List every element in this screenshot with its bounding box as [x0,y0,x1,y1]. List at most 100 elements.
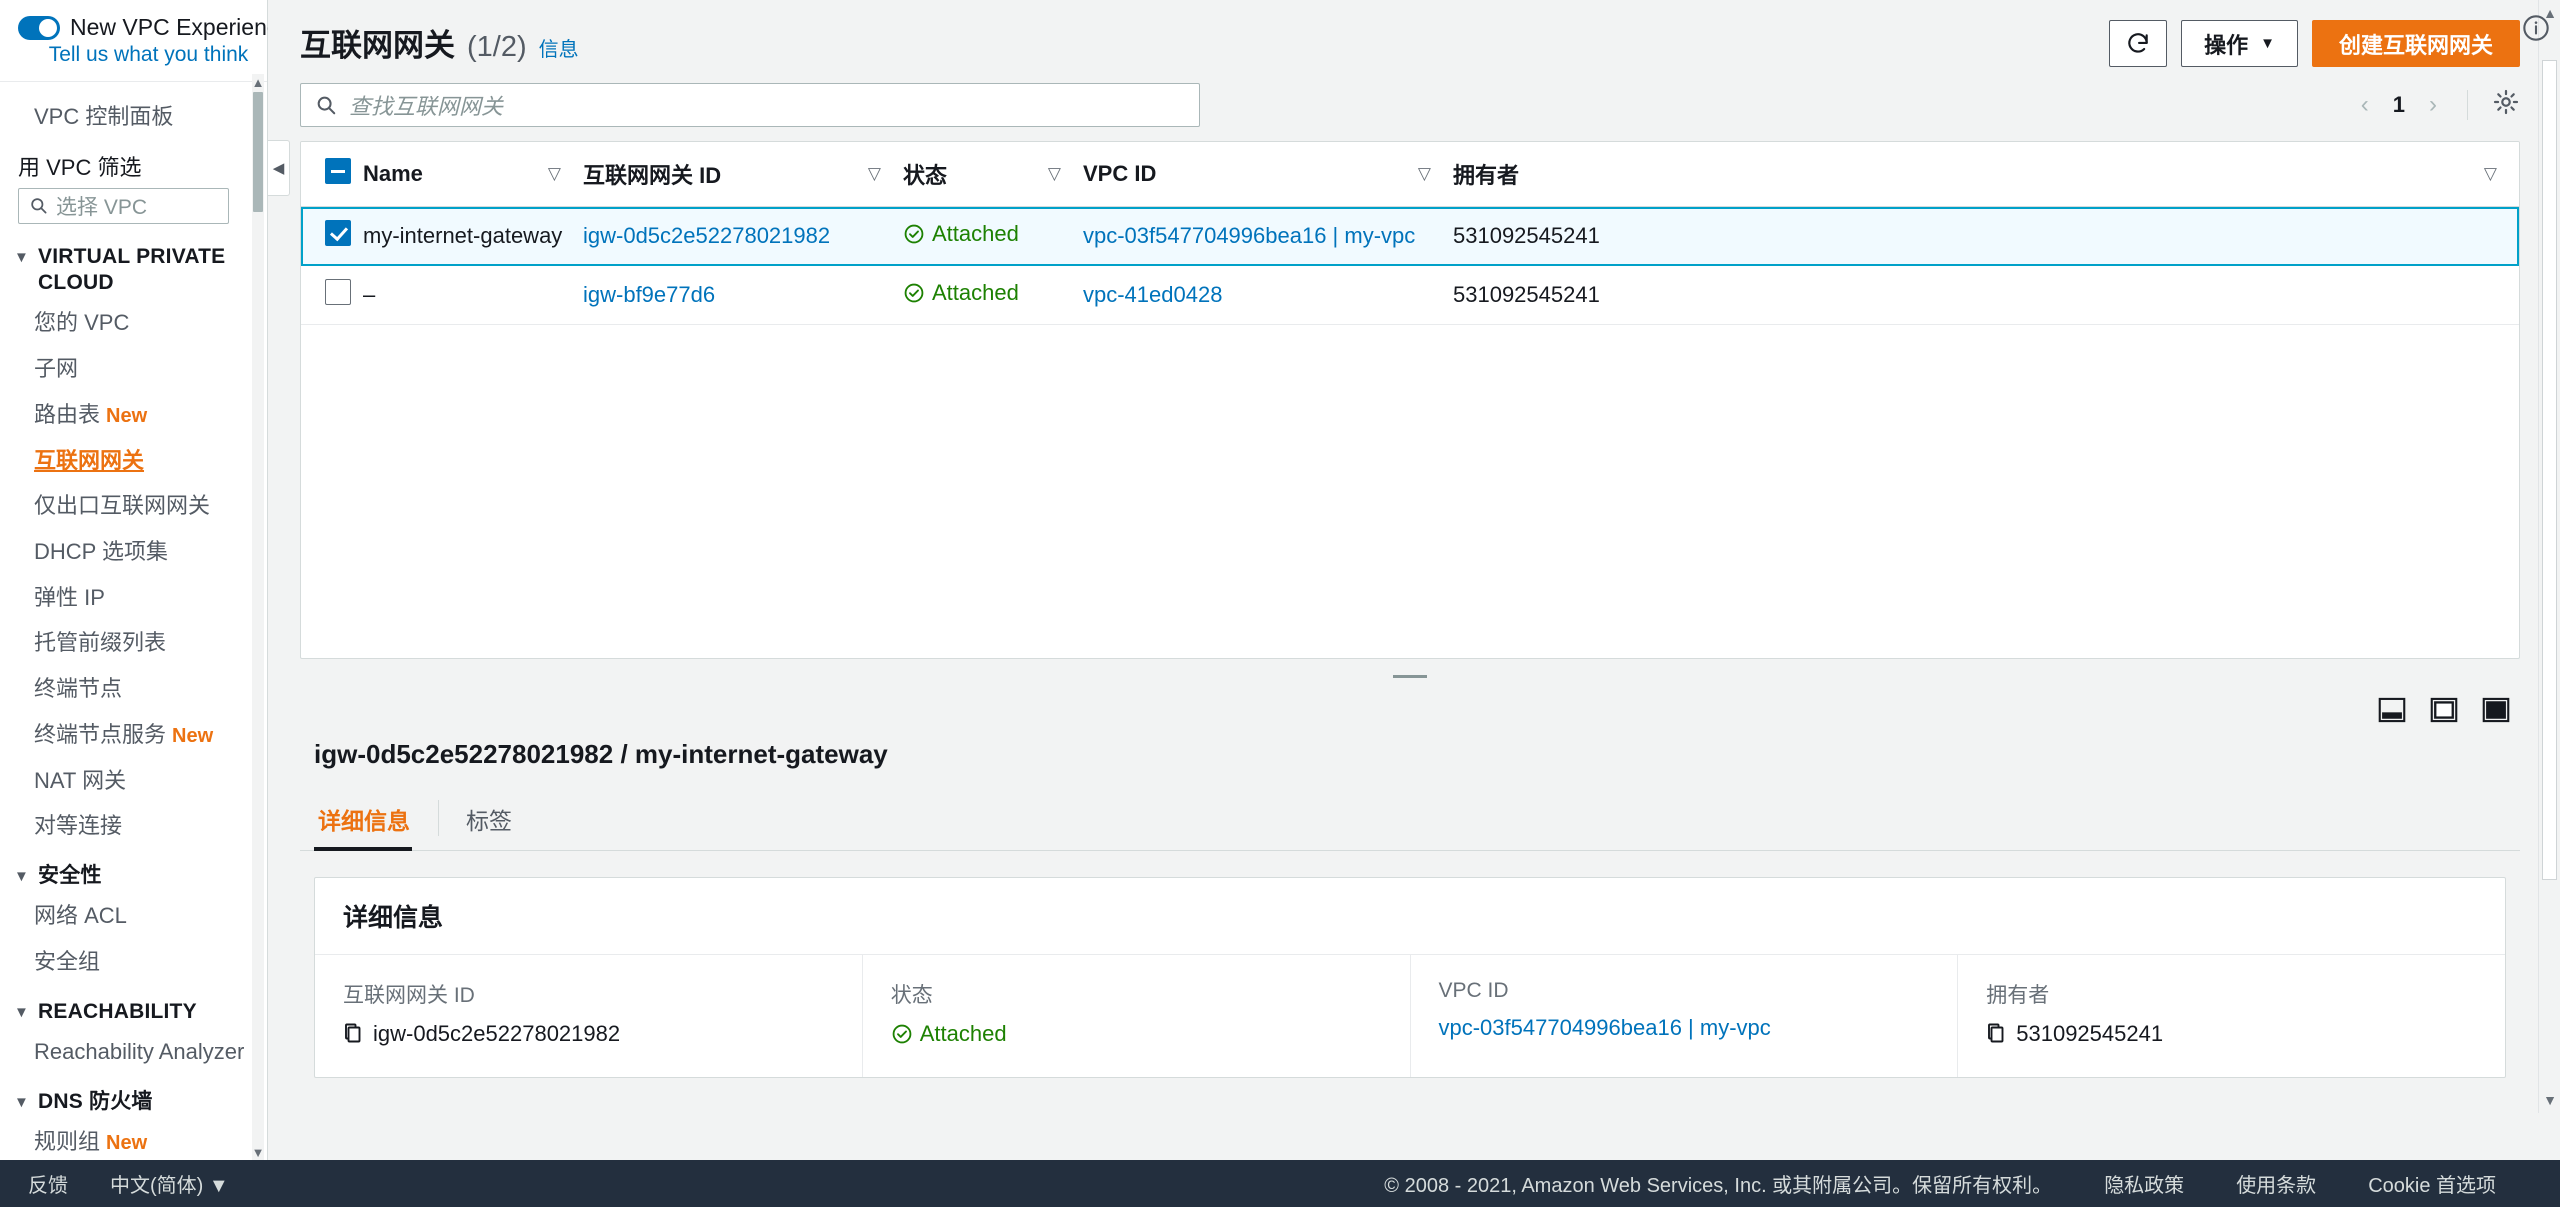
row-checkbox[interactable] [325,220,351,246]
table-row[interactable]: – igw-bf9e77d6 Attached vpc-41ed0428 5310925… [301,265,2519,325]
status-label: Attached [932,280,1019,305]
chevron-down-icon: ▼ [208,1175,229,1197]
sidebar-collapse-handle[interactable]: ◀ [268,140,290,196]
sidebar-item-终端节点服务[interactable]: 终端节点服务 New [0,712,247,758]
page-header: 互联网网关 (1/2) 信息 操作 ▼ 创建互联网网关 [286,0,2520,67]
terms-of-use-link[interactable]: 使用条款 [2236,1169,2316,1198]
sidebar-item-vpc-dashboard[interactable]: VPC 控制面板 [0,94,247,140]
sidebar-item-您的-vpc[interactable]: 您的 VPC [0,300,247,346]
sidebar-group-2[interactable]: ▼ 安全性 [0,849,247,893]
detail-field-value: igw-0d5c2e52278021982 [343,1021,834,1047]
sidebar-item-网络-acl[interactable]: 网络 ACL [0,893,247,939]
sidebar-group-1[interactable]: ▼ VIRTUAL PRIVATE CLOUD [0,230,247,301]
sidebar-item-仅出口互联网网关[interactable]: 仅出口互联网网关 [0,483,247,529]
column-header-vpc-id[interactable]: VPC ID ▽ [1083,142,1453,207]
detail-field: 拥有者 531092545241 [1958,955,2505,1077]
column-header-owner[interactable]: 拥有者 ▽ [1453,142,2519,207]
new-experience-toggle[interactable] [18,15,60,40]
cell-vpc-id: vpc-41ed0428 [1083,265,1453,325]
tell-us-what-you-think-link[interactable]: Tell us what you think [18,43,249,67]
sidebar-item-label: 互联网网关 [34,447,145,473]
sidebar-item-对等连接[interactable]: 对等连接 [0,803,247,849]
new-badge: New [172,724,214,747]
sidebar-scrollbar-thumb[interactable] [253,92,263,212]
sidebar-group-3[interactable]: ▼ REACHABILITY [0,985,247,1029]
create-label: 创建互联网网关 [2338,32,2493,58]
sort-icon[interactable]: ▽ [1418,164,1431,184]
detail-tabs: 详细信息 标签 [300,790,2520,851]
detail-field: 状态 Attached [863,955,1411,1077]
sidebar-item-弹性-ip[interactable]: 弹性 IP [0,575,247,621]
column-header-igw-id[interactable]: 互联网网关 ID ▽ [583,142,903,207]
info-panel-button[interactable] [2522,14,2550,42]
sort-icon[interactable]: ▽ [1048,164,1061,184]
sidebar-item-终端节点[interactable]: 终端节点 [0,666,247,712]
search-input[interactable]: 查找互联网网关 [300,83,1200,127]
cookie-preferences-link[interactable]: Cookie 首选项 [2368,1169,2496,1198]
table-row[interactable]: my-internet-gateway igw-0d5c2e52278021982… [301,206,2519,266]
detail-field-value: vpc-03f547704996bea16 | my-vpc [1439,1015,1930,1041]
tab-divider [438,800,439,836]
pagination-next-icon[interactable]: › [2423,91,2443,119]
pagination: ‹ 1 › [2355,88,2520,122]
check-circle-icon [892,1024,912,1044]
sidebar-scrollbar[interactable]: ▲ ▼ [252,74,264,1160]
panel-splitter[interactable] [300,659,2520,693]
select-all-checkbox[interactable] [325,158,351,184]
table-head: Name ▽ 互联网网关 ID ▽ 状态 ▽ VPC ID ▽ 拥有者 ▽ [301,142,2519,207]
sort-icon[interactable]: ▽ [548,164,561,184]
sidebar-item-托管前缀列表[interactable]: 托管前缀列表 [0,620,247,666]
copy-icon[interactable] [1986,1023,2006,1045]
sidebar-group-4[interactable]: ▼ DNS 防火墙 [0,1075,247,1119]
sidebar-item-nat-网关[interactable]: NAT 网关 [0,758,247,804]
pagination-prev-icon[interactable]: ‹ [2355,91,2375,119]
tab-details[interactable]: 详细信息 [314,790,438,851]
sort-icon[interactable]: ▽ [868,164,881,184]
feedback-link[interactable]: 反馈 [28,1169,68,1198]
language-selector[interactable]: 中文(简体) ▼ [110,1169,229,1198]
info-link[interactable]: 信息 [539,33,579,62]
sidebar-item-reachability-analyzer[interactable]: Reachability Analyzer [0,1029,247,1075]
sidebar-item-规则组[interactable]: 规则组 New [0,1119,247,1160]
row-checkbox[interactable] [325,279,351,305]
split-panel-bottom-button[interactable] [2378,697,2408,725]
detail-field: VPC ID vpc-03f547704996bea16 | my-vpc [1411,955,1959,1077]
page-scrollbar-thumb[interactable] [2542,60,2557,880]
tab-tags[interactable]: 标签 [438,790,540,850]
sidebar-item-路由表[interactable]: 路由表 New [0,392,247,438]
table-settings-button[interactable] [2492,88,2520,122]
sidebar-scroll-up-icon[interactable]: ▲ [252,74,265,90]
cell-owner: 531092545241 [1453,206,2519,266]
sort-icon[interactable]: ▽ [2484,164,2497,184]
chevron-left-icon: ◀ [272,160,285,177]
sidebar-item-互联网网关[interactable]: 互联网网关 [0,438,247,484]
igw-id-link[interactable]: igw-bf9e77d6 [583,282,715,307]
split-panel-side-button[interactable] [2430,697,2460,725]
sidebar-item-dhcp-选项集[interactable]: DHCP 选项集 [0,529,247,575]
sidebar-item-子网[interactable]: 子网 [0,346,247,392]
vpc-filter-select[interactable]: 选择 VPC [18,187,229,224]
copy-icon[interactable] [343,1023,363,1045]
refresh-button[interactable] [2109,20,2168,67]
split-panel-full-button[interactable] [2482,697,2512,725]
header-actions: 操作 ▼ 创建互联网网关 [2109,20,2520,67]
igw-id-link[interactable]: igw-0d5c2e52278021982 [583,223,830,248]
pagination-page-number[interactable]: 1 [2393,92,2405,118]
column-header-state[interactable]: 状态 ▽ [903,142,1083,207]
create-internet-gateway-button[interactable]: 创建互联网网关 [2311,20,2520,67]
privacy-policy-link[interactable]: 隐私政策 [2104,1169,2184,1198]
status-badge: Attached [903,280,1019,306]
page-scrollbar[interactable]: ▲ ▼ [2538,0,2560,1113]
page-scroll-down-icon[interactable]: ▼ [2539,1089,2560,1111]
sidebar-item-安全组[interactable]: 安全组 [0,939,247,985]
sidebar-scroll-area: VPC 控制面板用 VPC 筛选 选择 VPC ▼ VIRTUAL PRIVATE C… [0,82,267,1160]
actions-dropdown-button[interactable]: 操作 ▼ [2181,20,2298,67]
sidebar-item-label: DHCP 选项集 [34,538,169,564]
column-header-name[interactable]: Name ▽ [363,142,583,207]
sidebar-scroll-down-icon[interactable]: ▼ [252,1144,265,1160]
vpc-id-link[interactable]: vpc-41ed0428 [1083,282,1222,307]
vpc-id-link[interactable]: vpc-03f547704996bea16 | my-vpc [1439,1015,1771,1041]
vpc-id-link[interactable]: vpc-03f547704996bea16 | my-vpc [1083,223,1415,248]
footer-right: © 2008 - 2021, Amazon Web Services, Inc.… [1384,1169,2536,1198]
filter-row: 查找互联网网关 ‹ 1 › [286,67,2520,141]
